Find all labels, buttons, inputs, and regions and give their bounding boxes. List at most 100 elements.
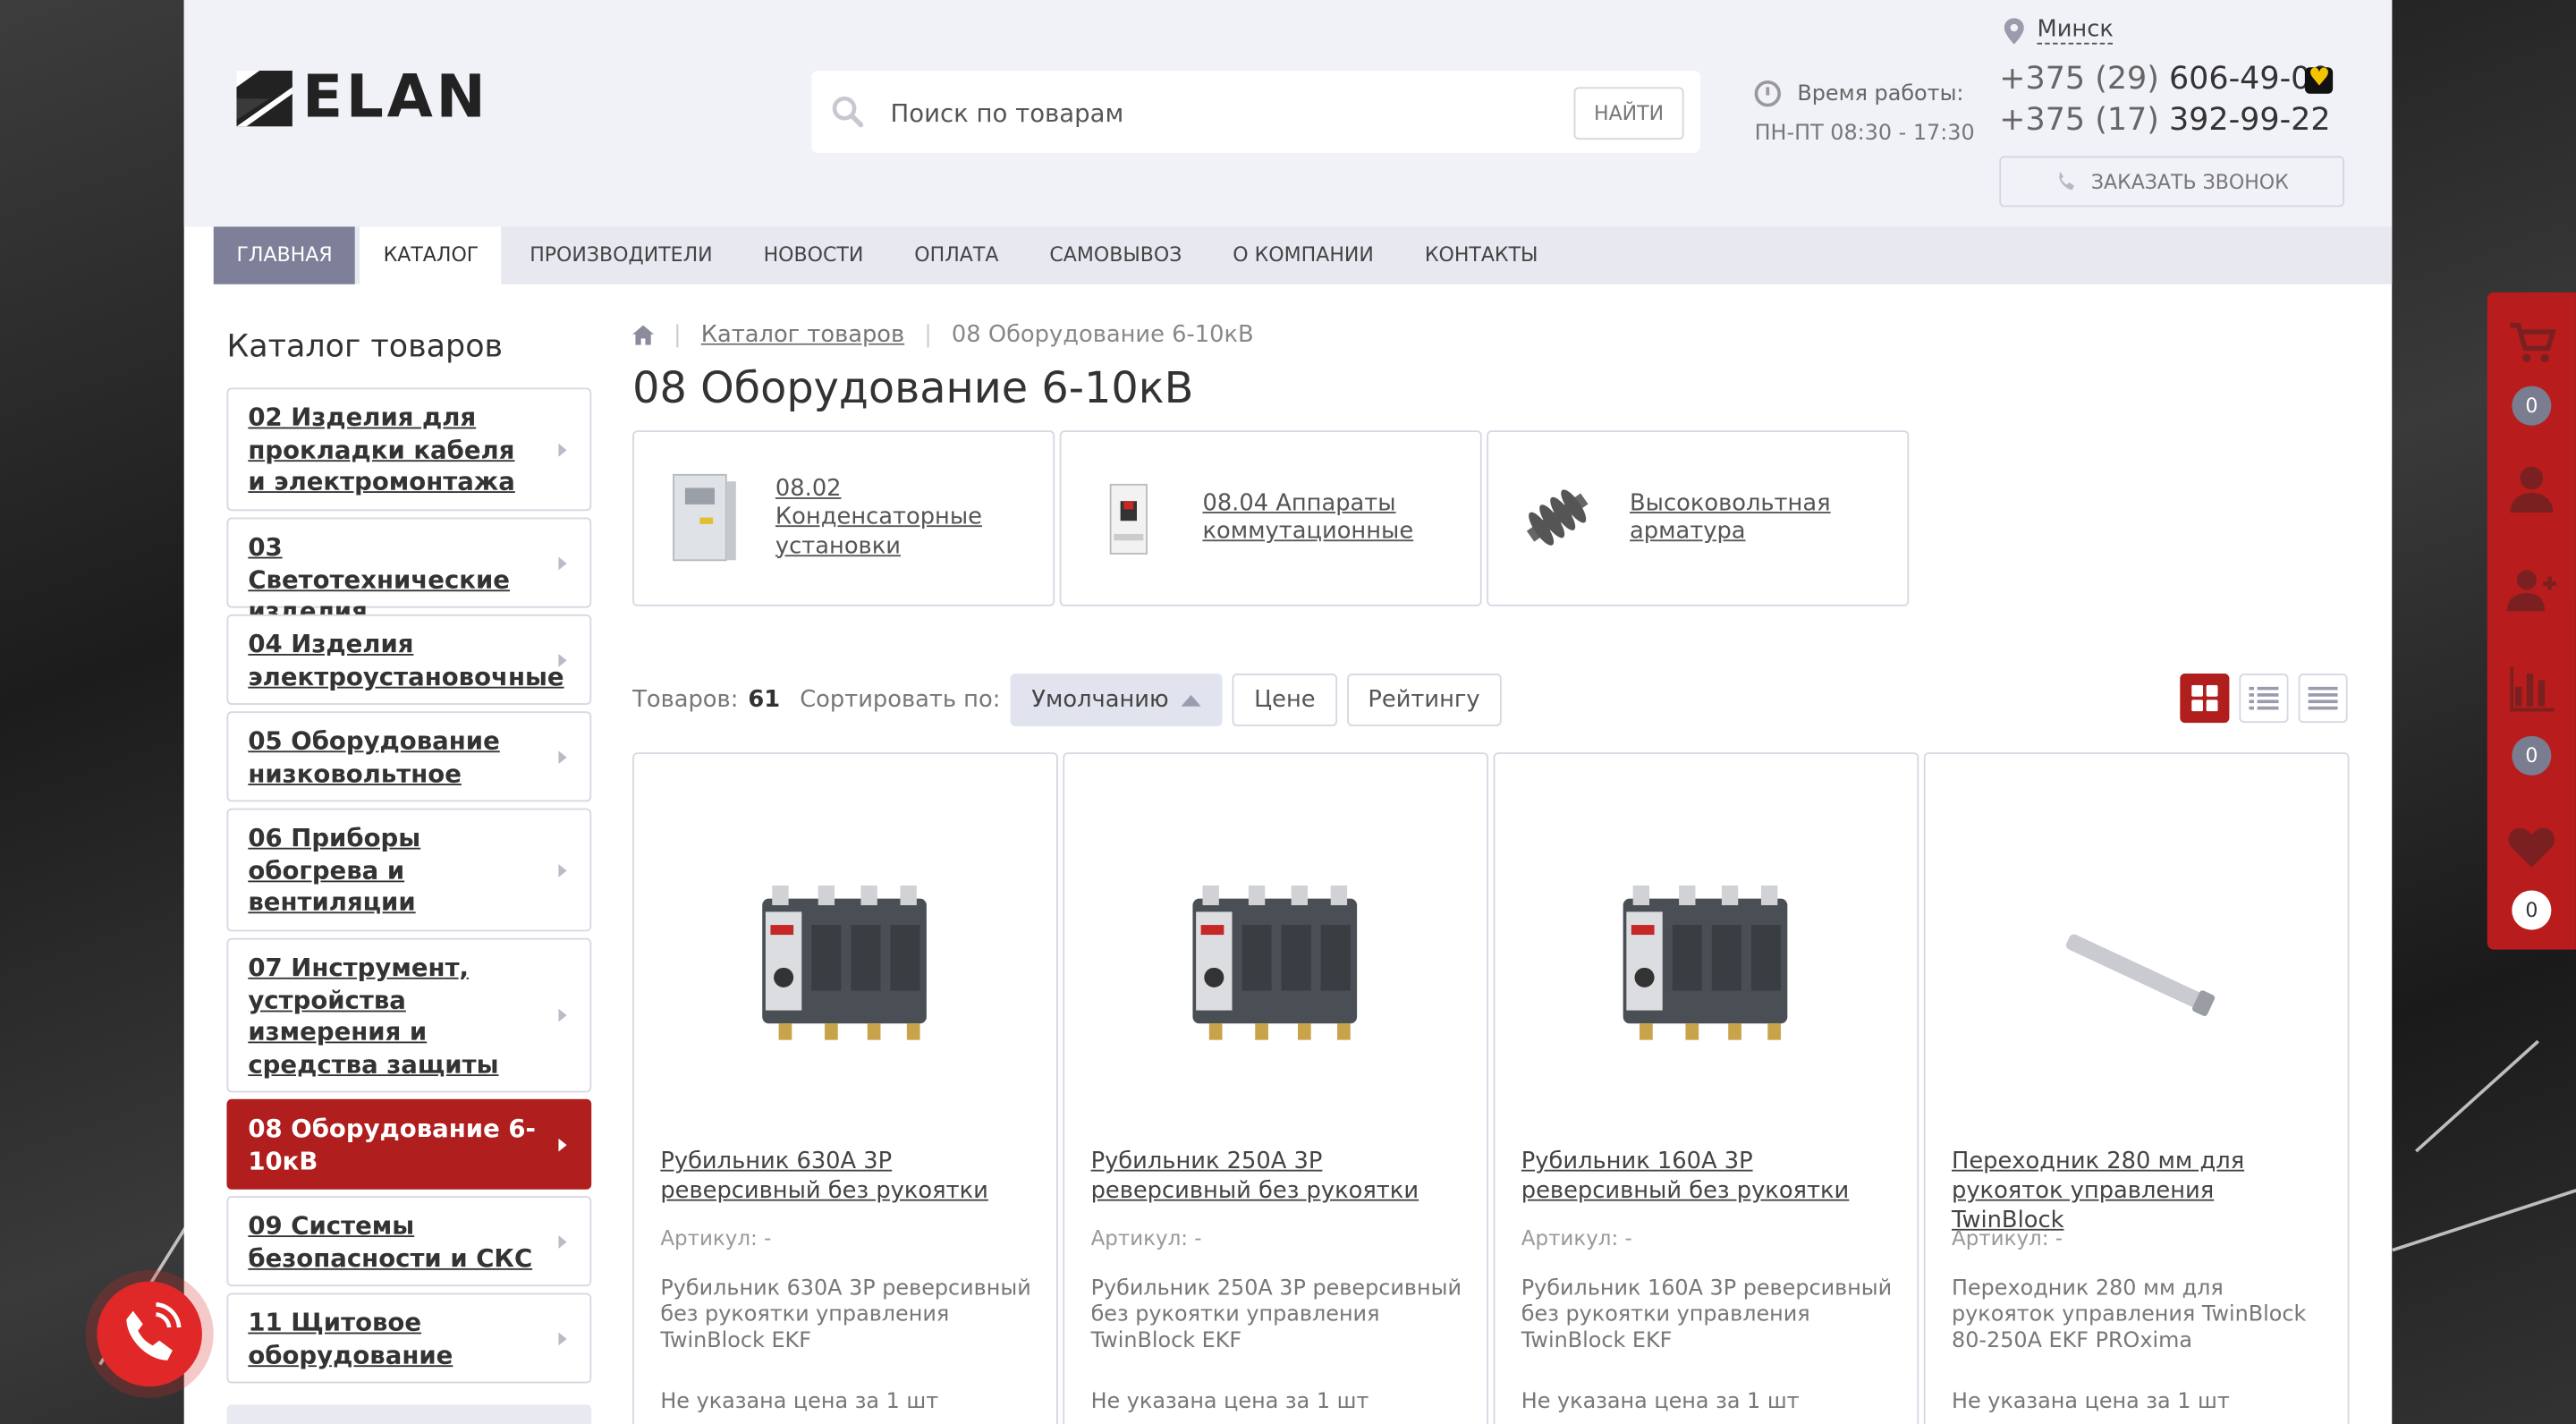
- breadcrumb-catalog-link[interactable]: Каталог товаров: [701, 322, 904, 348]
- sidebar-catalog-list: 02 Изделия для прокладки кабеля и электр…: [226, 387, 592, 1389]
- product-card[interactable]: Рубильник 630А 3P реверсивный без рукоят…: [632, 752, 1058, 1424]
- product-price: Не указана цена за 1 шт: [1951, 1389, 2230, 1415]
- viber-icon[interactable]: [2304, 63, 2334, 94]
- chevron-right-icon: [558, 1137, 567, 1151]
- sort-default-label: Умолчанию: [1031, 686, 1169, 714]
- phone-1-prefix: +375 (29): [1999, 60, 2159, 97]
- floating-call-button[interactable]: [85, 1269, 214, 1399]
- phone-call-icon: [126, 1302, 182, 1360]
- breadcrumb: | Каталог товаров | 08 Оборудование 6-10…: [632, 322, 1254, 348]
- capacitor-unit-image: [673, 473, 736, 562]
- nav-item-payment[interactable]: ОПЛАТА: [892, 226, 1022, 284]
- view-list-button[interactable]: [2239, 674, 2289, 724]
- product-name[interactable]: Рубильник 160А 3P реверсивный без рукоят…: [1521, 1147, 1891, 1206]
- view-grid-button[interactable]: [2180, 674, 2230, 724]
- sidebar-item[interactable]: 04 Изделия электроустановочные: [226, 614, 592, 705]
- nav-item-catalog[interactable]: КАТАЛОГ: [360, 226, 502, 284]
- products-count-label: Товаров:: [632, 686, 739, 714]
- sidebar-item-label: 11 Щитовое оборудование: [248, 1308, 453, 1370]
- sort-asc-icon: [1182, 694, 1202, 706]
- phone-1[interactable]: +375 (29) 606-49-00: [1999, 61, 2330, 97]
- sidebar-item[interactable]: 05 Оборудование низковольтное: [226, 711, 592, 802]
- chevron-right-icon: [558, 1008, 567, 1022]
- nav-item-manufacturers[interactable]: ПРОИЗВОДИТЕЛИ: [506, 226, 735, 284]
- product-image: [1623, 885, 1788, 1040]
- product-name[interactable]: Рубильник 250А 3P реверсивный без рукоят…: [1091, 1147, 1461, 1206]
- search-button[interactable]: НАЙТИ: [1573, 87, 1684, 140]
- sidebar-item[interactable]: 06 Приборы обогрева и вентиляции: [226, 808, 592, 932]
- clock-icon: [1754, 80, 1781, 107]
- product-sku: Артикул: -: [1521, 1225, 1632, 1250]
- product-image: [1192, 885, 1358, 1040]
- sidebar-item[interactable]: 03 Светотехнические изделия: [226, 517, 592, 626]
- subcategory-card[interactable]: 08.02 Конденсаторные установки: [632, 430, 1055, 606]
- products-count: 61: [748, 686, 781, 714]
- compare-chart-icon[interactable]: [2507, 664, 2556, 713]
- sidebar-title: Каталог товаров: [226, 328, 504, 365]
- nav-item-home[interactable]: ГЛАВНАЯ: [213, 226, 356, 284]
- nav-item-about[interactable]: О КОМПАНИИ: [1210, 226, 1397, 284]
- logo-mark-icon: [236, 70, 292, 127]
- favorites-count-badge: 0: [2512, 890, 2552, 930]
- callback-button[interactable]: ЗАКАЗАТЬ ЗВОНОК: [1999, 156, 2344, 208]
- chevron-right-icon: [558, 442, 567, 456]
- product-sku: Артикул: -: [1090, 1225, 1202, 1250]
- city-selector[interactable]: Минск: [2004, 16, 2114, 45]
- cart-icon[interactable]: [2507, 318, 2556, 368]
- nav-item-pickup[interactable]: САМОВЫВОЗ: [1027, 226, 1205, 284]
- home-icon[interactable]: [632, 325, 655, 345]
- work-hours-value: ПН-ПТ 08:30 - 17:30: [1754, 121, 1975, 147]
- product-card[interactable]: Рубильник 250А 3P реверсивный без рукоят…: [1063, 752, 1489, 1424]
- work-hours-label: Время работы:: [1797, 81, 1964, 107]
- sidebar-item-active[interactable]: 08 Оборудование 6-10кВ: [226, 1098, 592, 1190]
- view-table-button[interactable]: [2298, 674, 2348, 724]
- subcategory-title: 08.04 Аппараты коммутационные: [1202, 489, 1414, 545]
- page-title: 08 Оборудование 6-10кВ: [632, 364, 1194, 414]
- subcategory-title: Высоковольтная арматура: [1630, 489, 1831, 545]
- product-description: Рубильник 630А 3P реверсивный без рукоят…: [660, 1276, 1031, 1355]
- compare-count-badge: 0: [2512, 735, 2552, 776]
- sidebar-item-label: 05 Оборудование низковольтное: [248, 725, 500, 788]
- product-sku: Артикул: -: [1951, 1225, 2063, 1250]
- chevron-right-icon: [558, 1234, 567, 1248]
- product-card[interactable]: Рубильник 160А 3P реверсивный без рукоят…: [1493, 752, 1919, 1424]
- sidebar-item-label: 04 Изделия электроустановочные: [248, 629, 564, 691]
- sort-default-button[interactable]: Умолчанию: [1010, 674, 1224, 726]
- product-name[interactable]: Рубильник 630А 3P реверсивный без рукоят…: [660, 1147, 1030, 1206]
- sidebar-item[interactable]: 09 Системы безопасности и СКС: [226, 1196, 592, 1287]
- chevron-right-icon: [558, 555, 567, 570]
- product-price: Не указана цена за 1 шт: [660, 1389, 939, 1415]
- phone-icon: [2059, 171, 2074, 190]
- sort-price-button[interactable]: Цене: [1233, 674, 1337, 726]
- listing-toolbar: Товаров: 61 Сортировать по: Умолчанию Це…: [632, 674, 2348, 726]
- phone-2[interactable]: +375 (17) 392-99-22: [1999, 102, 2330, 138]
- location-pin-icon: [2004, 17, 2024, 44]
- user-icon[interactable]: [2507, 463, 2556, 513]
- product-price: Не указана цена за 1 шт: [1521, 1389, 1800, 1415]
- nav-item-contacts[interactable]: КОНТАКТЫ: [1402, 226, 1561, 284]
- product-price: Не указана цена за 1 шт: [1090, 1389, 1369, 1415]
- chevron-right-icon: [558, 1331, 567, 1345]
- add-user-icon[interactable]: [2506, 565, 2556, 615]
- chevron-right-icon: [558, 750, 567, 764]
- chevron-right-icon: [558, 653, 567, 666]
- logo[interactable]: ELAN: [236, 65, 488, 131]
- main-nav: ГЛАВНАЯ КАТАЛОГ ПРОИЗВОДИТЕЛИ НОВОСТИ ОП…: [213, 226, 2393, 284]
- search-input[interactable]: [886, 70, 1551, 157]
- subcategory-card[interactable]: 08.04 Аппараты коммутационные: [1059, 430, 1482, 606]
- product-name[interactable]: Переходник 280 мм для рукояток управлени…: [1952, 1147, 2321, 1235]
- nav-item-news[interactable]: НОВОСТИ: [741, 226, 886, 284]
- heart-icon[interactable]: [2507, 821, 2556, 870]
- sidebar-item-label: 07 Инструмент, устройства измерения и ср…: [248, 953, 499, 1080]
- product-description: Рубильник 160А 3P реверсивный без рукоят…: [1521, 1276, 1893, 1355]
- product-image: [2066, 934, 2216, 1016]
- subcategory-card[interactable]: Высоковольтная арматура: [1487, 430, 1910, 606]
- insulator-image: [1526, 489, 1589, 546]
- logo-text: ELAN: [301, 64, 489, 131]
- cart-count-badge: 0: [2512, 386, 2552, 426]
- sidebar-item[interactable]: 11 Щитовое оборудование: [226, 1293, 592, 1384]
- sidebar-item[interactable]: 07 Инструмент, устройства измерения и ср…: [226, 937, 592, 1093]
- product-card[interactable]: Переходник 280 мм для рукояток управлени…: [1923, 752, 2350, 1424]
- sidebar-item[interactable]: 02 Изделия для прокладки кабеля и электр…: [226, 387, 592, 512]
- sort-rating-button[interactable]: Рейтингу: [1346, 674, 1502, 726]
